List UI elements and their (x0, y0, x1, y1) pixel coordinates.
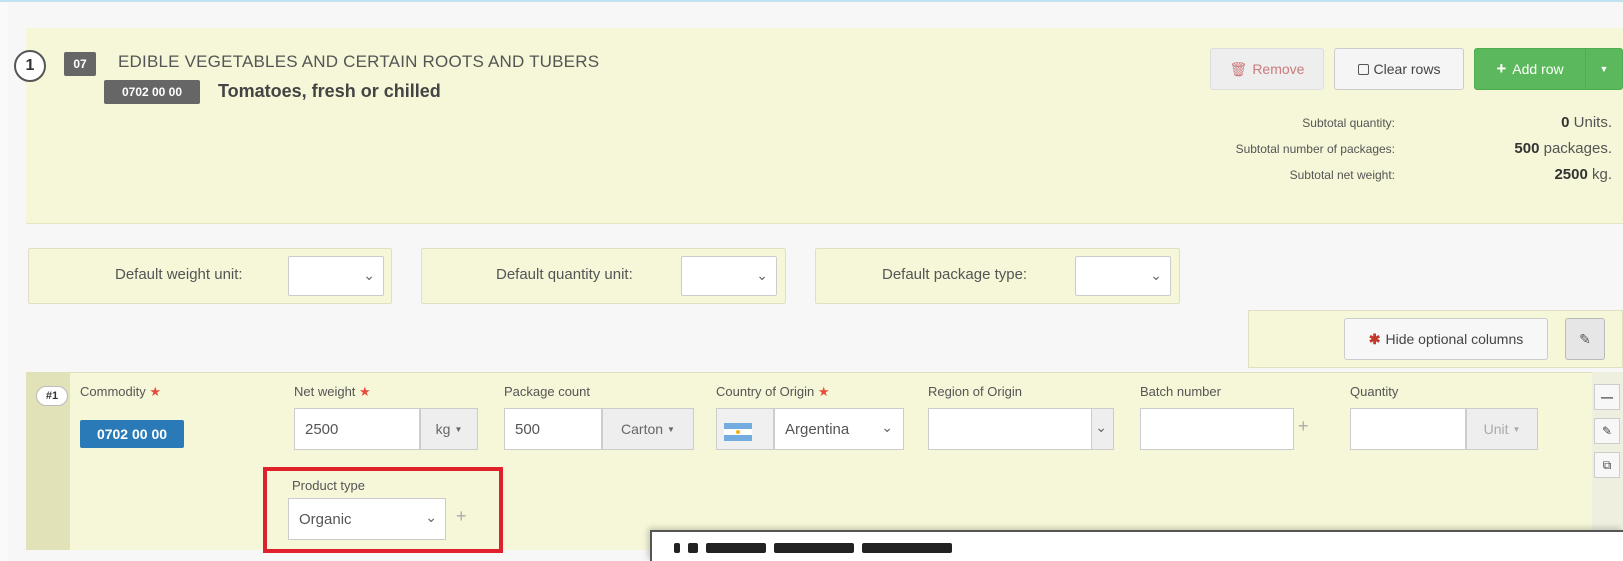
subtotal-label: Subtotal quantity: (1302, 116, 1395, 130)
clear-rows-button[interactable]: Clear rows (1334, 48, 1464, 90)
chapter-title: EDIBLE VEGETABLES AND CERTAIN ROOTS AND … (118, 52, 600, 71)
argentina-flag-icon (724, 423, 752, 441)
pencil-icon: ✎ (1601, 424, 1613, 438)
caret-down-icon: ▼ (454, 424, 463, 434)
position-number: 1 (14, 50, 46, 82)
quantity-input[interactable] (1350, 408, 1466, 450)
subtotal-unit: kg. (1591, 166, 1612, 183)
default-package-type-select[interactable]: ⌄ (1075, 256, 1171, 296)
subtotal-quantity: Subtotal quantity: 0 Units. (1180, 112, 1620, 138)
chevron-down-icon: ⌄ (363, 267, 375, 283)
edit-row-button[interactable]: ✎ (1594, 418, 1620, 444)
remove-button[interactable]: 🗑 Remove (1210, 48, 1324, 90)
default-weight-unit-select[interactable]: ⌄ (288, 256, 384, 296)
subtotal-packages: Subtotal number of packages: 500 package… (1180, 138, 1620, 164)
caret-down-icon: ▼ (1599, 64, 1609, 74)
default-weight-unit-box: Default weight unit: ⌄ (28, 248, 392, 304)
highlight-box (263, 467, 503, 553)
subtotal-label: Subtotal net weight: (1289, 168, 1395, 182)
default-weight-unit-label: Default weight unit: (115, 266, 243, 283)
top-border (0, 0, 1623, 2)
copy-icon: ⧉ (1602, 457, 1612, 472)
default-quantity-unit-select[interactable]: ⌄ (681, 256, 777, 296)
commodity-label-text: Commodity (80, 384, 146, 399)
net-weight-unit-dropdown[interactable]: kg ▼ (420, 408, 478, 450)
chevron-down-icon: ⌄ (1095, 419, 1107, 435)
quantity-unit-dropdown[interactable]: Unit ▼ (1466, 408, 1538, 450)
add-row-dropdown-button[interactable]: ▼ (1585, 48, 1623, 90)
package-count-label: Package count (504, 384, 591, 399)
net-weight-input[interactable]: 2500 (294, 408, 420, 450)
package-type-label: Carton (621, 421, 664, 437)
default-package-type-label: Default package type: (882, 266, 1028, 283)
minus-icon: — (1601, 390, 1613, 404)
region-of-origin-label: Region of Origin (928, 384, 1022, 399)
cn-code-badge: 0702 00 00 (104, 80, 200, 104)
edit-columns-button[interactable]: ✎ (1565, 318, 1605, 360)
default-package-type-box: Default package type: ⌄ (815, 248, 1180, 304)
quantity-label: Quantity (1350, 384, 1399, 399)
subtotal-number: 2500 (1554, 166, 1588, 183)
subtotal-value: 2500 kg. (1554, 166, 1612, 183)
subtotal-number: 0 (1561, 114, 1570, 131)
country-of-origin-value: Argentina (785, 421, 850, 438)
clear-rows-label: Clear rows (1373, 61, 1441, 77)
add-row-label: Add row (1512, 61, 1564, 77)
subtotal-value: 500 packages. (1514, 140, 1612, 157)
subtotal-unit: Units. (1573, 114, 1612, 131)
commodity-label: Commodity ★ (80, 384, 161, 400)
caret-down-icon: ▼ (1512, 424, 1521, 434)
edit-icon: ✎ (1579, 330, 1591, 347)
batch-number-input[interactable] (1140, 408, 1294, 450)
chapter-code-badge: 07 (64, 52, 96, 76)
default-quantity-unit-label: Default quantity unit: (496, 266, 633, 283)
subtotal-unit: packages. (1543, 140, 1612, 157)
net-weight-label: Net weight ★ (294, 384, 371, 400)
subtotal-label: Subtotal number of packages: (1235, 142, 1395, 156)
cn-title: Tomatoes, fresh or chilled (218, 81, 441, 101)
row-number: #1 (36, 386, 68, 406)
square-icon (1357, 63, 1369, 75)
batch-number-label: Batch number (1140, 384, 1221, 399)
hide-optional-columns-button[interactable]: ✱ Hide optional columns (1344, 318, 1548, 360)
net-weight-label-text: Net weight (294, 384, 356, 399)
caret-down-icon: ▼ (667, 424, 675, 434)
chevron-down-icon: ⌄ (756, 267, 768, 283)
default-quantity-unit-box: Default quantity unit: ⌄ (421, 248, 786, 304)
required-star: ★ (359, 384, 371, 399)
net-weight-unit-label: kg (435, 421, 451, 437)
chevron-down-icon: ⌄ (1150, 267, 1162, 283)
add-row-button[interactable]: + Add row (1474, 48, 1586, 90)
plus-icon: + (1496, 59, 1507, 78)
asterisk-icon: ✱ (1368, 330, 1381, 347)
quantity-unit-label: Unit (1483, 421, 1509, 437)
chevron-down-icon: ⌄ (881, 419, 893, 435)
copy-row-button[interactable]: ⧉ (1594, 452, 1620, 478)
subtotal-value: 0 Units. (1561, 114, 1612, 131)
remove-label: Remove (1252, 61, 1305, 77)
country-of-origin-select[interactable]: Argentina ⌄ (774, 408, 904, 450)
country-of-origin-label: Country of Origin ★ (716, 384, 830, 400)
add-batch-plus-icon[interactable]: + (1298, 416, 1309, 437)
overlay-dialog (650, 530, 1623, 561)
package-type-dropdown[interactable]: Carton ▼ (602, 408, 694, 450)
left-edge (0, 2, 8, 561)
dialog-title-cut-off (674, 540, 994, 561)
package-count-input[interactable]: 500 (504, 408, 602, 450)
country-of-origin-label-text: Country of Origin (716, 384, 815, 399)
trash-icon: 🗑 (1229, 60, 1248, 77)
commodity-code-badge[interactable]: 0702 00 00 (80, 420, 184, 448)
remove-row-button[interactable]: — (1594, 384, 1620, 410)
required-star: ★ (149, 384, 162, 399)
subtotal-net-weight: Subtotal net weight: 2500 kg. (1180, 164, 1620, 190)
subtotals: Subtotal quantity: 0 Units. Subtotal num… (1180, 112, 1620, 190)
region-of-origin-select[interactable]: ⌄ (928, 408, 1114, 450)
required-star: ★ (817, 384, 830, 399)
hide-optional-columns-label: Hide optional columns (1385, 331, 1524, 347)
subtotal-number: 500 (1514, 140, 1540, 157)
